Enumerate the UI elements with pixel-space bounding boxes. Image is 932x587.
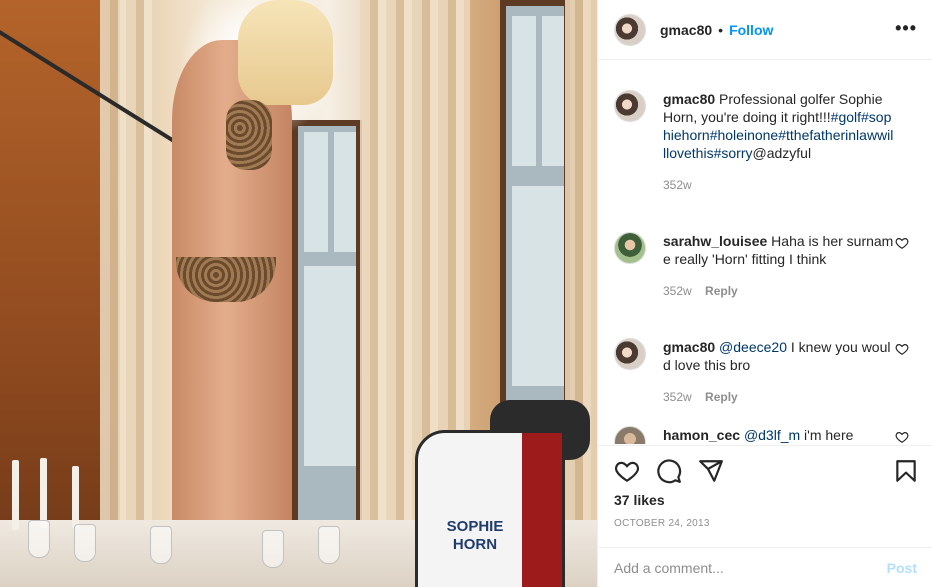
bikini-top <box>226 100 272 170</box>
list-item: gmac80 @deece20 I knew you would love th… <box>614 338 919 406</box>
heart-icon[interactable] <box>895 342 909 356</box>
heart-icon[interactable] <box>895 236 909 250</box>
window-center <box>292 120 362 540</box>
list-item: hamon_cec @d3lf_m i'm here <box>614 426 919 444</box>
comment-content: gmac80 @deece20 I knew you would love th… <box>663 338 895 406</box>
wine-glass <box>28 520 50 558</box>
reply-button[interactable]: Reply <box>705 390 738 404</box>
comment-time[interactable]: 352w <box>663 284 692 298</box>
post-date[interactable]: OCTOBER 24, 2013 <box>614 518 710 529</box>
mention-link[interactable]: @d3lf_m <box>744 427 800 443</box>
avatar[interactable] <box>614 13 646 46</box>
wine-glass <box>318 526 340 564</box>
post-photo[interactable]: SOPHIE HORN <box>0 0 597 587</box>
list-item: sarahw_louisee Haha is her surname reall… <box>614 232 919 300</box>
bookmark-icon[interactable] <box>893 458 919 484</box>
comment-meta: 352w Reply <box>663 282 895 300</box>
avatar[interactable] <box>614 90 646 122</box>
candle <box>12 460 19 530</box>
avatar[interactable] <box>614 426 646 444</box>
comment-content: sarahw_louisee Haha is her surname reall… <box>663 232 895 300</box>
likes-count[interactable]: 37 likes <box>614 492 665 508</box>
comment-meta: 352w Reply <box>663 388 895 406</box>
comment-meta: 352w <box>663 176 895 194</box>
comment-input[interactable] <box>614 559 887 576</box>
heart-icon[interactable] <box>614 458 640 484</box>
follow-button[interactable]: Follow <box>729 22 773 38</box>
more-icon[interactable]: ••• <box>895 18 917 39</box>
golf-bag <box>415 430 565 587</box>
wine-glass <box>150 526 172 564</box>
comment-text: i'm here <box>800 427 854 443</box>
avatar[interactable] <box>614 338 646 370</box>
wine-glass <box>74 524 96 562</box>
candle <box>40 458 47 528</box>
share-icon[interactable] <box>698 458 724 484</box>
caption: gmac80 Professional golfer Sophie Horn, … <box>614 90 919 194</box>
add-comment-bar: Post <box>598 547 932 587</box>
comment-icon[interactable] <box>656 458 682 484</box>
golfer-hair <box>238 0 333 105</box>
window-right <box>500 0 570 430</box>
post-side-panel: gmac80 • Follow ••• gmac80 Professional … <box>597 0 932 587</box>
comment-time[interactable]: 352w <box>663 178 692 192</box>
avatar[interactable] <box>614 232 646 264</box>
curtain-right <box>565 0 597 587</box>
caption-content: gmac80 Professional golfer Sophie Horn, … <box>663 90 895 194</box>
golf-bag-label: SOPHIE HORN <box>446 518 504 553</box>
header-username[interactable]: gmac80 <box>660 22 712 38</box>
comment-content: hamon_cec @d3lf_m i'm here <box>663 426 895 444</box>
reply-button[interactable]: Reply <box>705 284 738 298</box>
comment-username[interactable]: gmac80 <box>663 91 715 107</box>
post-actions: 37 likes OCTOBER 24, 2013 <box>598 445 932 529</box>
candle <box>72 466 79 528</box>
comment-username[interactable]: gmac80 <box>663 339 715 355</box>
comment-username[interactable]: hamon_cec <box>663 427 740 443</box>
comment-username[interactable]: sarahw_louisee <box>663 233 767 249</box>
wine-glass <box>262 530 284 568</box>
mention-link[interactable]: @deece20 <box>719 339 787 355</box>
action-icons <box>614 458 724 484</box>
header-separator: • <box>718 21 724 38</box>
post-button[interactable]: Post <box>887 560 917 576</box>
post-header: gmac80 • Follow ••• <box>598 0 932 60</box>
heart-icon[interactable] <box>895 430 909 444</box>
comments-list[interactable]: gmac80 Professional golfer Sophie Horn, … <box>598 66 932 444</box>
curtain-left <box>100 0 160 587</box>
mention-link[interactable]: @adzyful <box>752 145 811 161</box>
comment-time[interactable]: 352w <box>663 390 692 404</box>
